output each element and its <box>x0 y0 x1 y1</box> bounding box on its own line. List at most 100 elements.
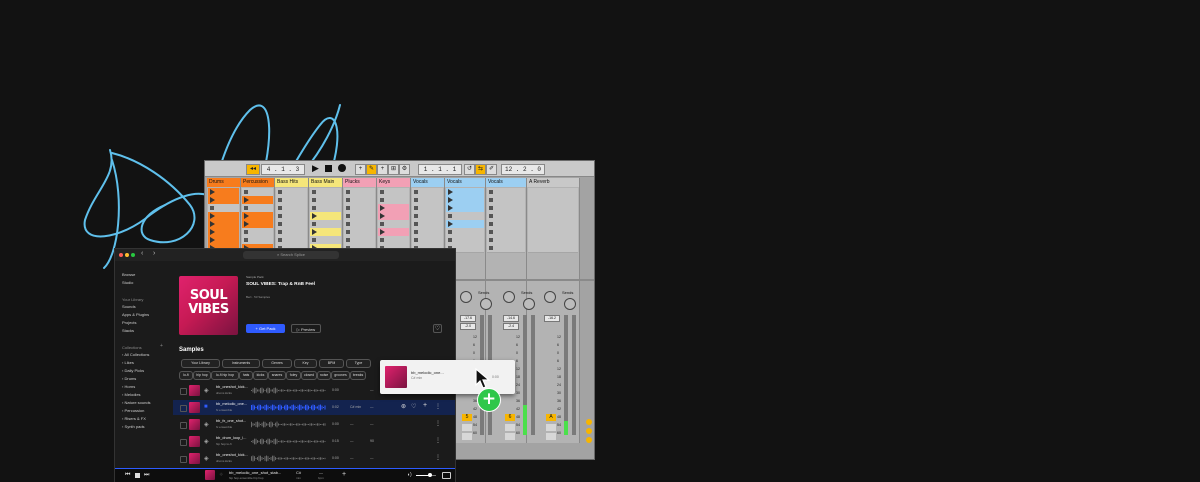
tag-chip[interactable]: hats <box>239 371 253 380</box>
master-button[interactable] <box>586 428 592 434</box>
sidebar-item-browse[interactable]: Browse <box>122 272 135 277</box>
tempo-display[interactable]: 4 . 1 . 3 <box>261 164 305 175</box>
clip-slot[interactable] <box>528 244 578 253</box>
pan-readout[interactable]: -2.4 <box>503 323 519 330</box>
previous-icon[interactable]: ⏮ <box>125 472 130 479</box>
settings-icon[interactable]: ⚙ <box>399 164 410 175</box>
sidebar-item-projects[interactable]: Projects <box>122 320 136 325</box>
track-header[interactable]: Vocals <box>411 178 444 187</box>
track-header[interactable]: Drums <box>207 178 240 187</box>
table-row[interactable]: ◈ bb_drum_loop_l... hip hop lo-fi 0:15 — 90 ⋮ <box>173 434 455 449</box>
row-checkbox[interactable] <box>180 456 187 463</box>
solo-button[interactable] <box>505 424 515 431</box>
waveform[interactable] <box>251 455 327 462</box>
filter-dropdown[interactable]: Type <box>346 359 371 368</box>
forward-icon[interactable]: › <box>153 250 155 257</box>
sidebar-item-collection[interactable]: ▪ Drums <box>122 376 136 381</box>
track-header[interactable]: Keys <box>377 178 410 187</box>
play-icon[interactable]: ■ <box>204 404 208 410</box>
track-header[interactable]: Bass Hits <box>275 178 308 187</box>
sidebar-item-collection[interactable]: ▪ Likes <box>122 360 134 365</box>
sidebar-item-collection[interactable]: ▪ Melodies <box>122 392 141 397</box>
track-header[interactable]: Plucks <box>343 178 376 187</box>
sidebar-item-collection[interactable]: ▪ Synth pads <box>122 424 145 429</box>
drag-icon[interactable]: ◈ <box>204 455 209 462</box>
sample-name[interactable]: bb_oneshot_kick... <box>216 453 248 457</box>
search-input[interactable]: ⌕ Search Splice <box>243 251 339 259</box>
tag-chip[interactable]: kicks <box>253 371 268 380</box>
track-activator[interactable]: A <box>546 414 556 421</box>
tag-chip[interactable]: lo-fi <box>179 371 193 380</box>
close-icon[interactable] <box>119 253 123 257</box>
track-activator[interactable]: 5 <box>462 414 472 421</box>
sidebar-item-collection[interactable]: ▪ Horns <box>122 384 135 389</box>
sample-name[interactable]: bb_fx_one_shot... <box>216 419 246 423</box>
volume-slider[interactable] <box>416 473 436 477</box>
add-icon[interactable]: + <box>355 164 366 175</box>
more-options-icon[interactable]: ⋮ <box>435 437 441 444</box>
sidebar-item-collection[interactable]: ▪ Risers & FX <box>122 416 146 421</box>
table-row[interactable]: ◈ bb_oneshot_kick... drums kicks 0:00 — — ⋮ <box>173 451 455 466</box>
send-knob[interactable] <box>480 298 492 310</box>
filter-dropdown[interactable]: Your Library <box>181 359 220 368</box>
volume-readout[interactable]: -14.6 <box>503 315 519 322</box>
filter-dropdown[interactable]: Genres <box>262 359 292 368</box>
arm-button[interactable] <box>462 433 472 440</box>
volume-thumb[interactable] <box>428 473 432 477</box>
tag-chip[interactable]: foley <box>286 371 301 380</box>
loop-icon[interactable] <box>442 472 451 479</box>
row-checkbox[interactable] <box>180 388 187 395</box>
grid-icon[interactable]: ⊞ <box>388 164 399 175</box>
sidebar-item-collection[interactable]: ▪ Percussion <box>122 408 144 413</box>
add-icon[interactable]: + <box>342 471 346 478</box>
track-header[interactable]: Vocals <box>445 178 485 187</box>
sidebar-item-collection[interactable]: ▪ Nature sounds <box>122 400 151 405</box>
sidebar-item-collection[interactable]: ▪ All Collections <box>122 352 149 357</box>
more-options-icon[interactable]: ⋮ <box>435 403 441 410</box>
solo-button[interactable] <box>546 424 556 431</box>
filter-dropdown[interactable]: Key <box>294 359 317 368</box>
filter-dropdown[interactable]: Instruments <box>222 359 260 368</box>
waveform[interactable] <box>251 421 327 428</box>
row-checkbox[interactable] <box>180 405 187 412</box>
tag-chip[interactable]: grooves <box>331 371 350 380</box>
sidebar-item-sounds[interactable]: Sounds <box>122 304 136 309</box>
tag-chip[interactable]: noise <box>317 371 331 380</box>
send-knob[interactable] <box>460 291 472 303</box>
arm-button[interactable] <box>505 433 515 440</box>
volume-readout[interactable]: -16.2 <box>544 315 560 322</box>
track-header[interactable]: Vocals <box>486 178 526 187</box>
track-activator[interactable]: 6 <box>505 414 515 421</box>
preview-button[interactable]: ▷ Preview <box>291 324 321 333</box>
drag-icon[interactable]: ◈ <box>204 438 209 445</box>
maximize-icon[interactable] <box>131 253 135 257</box>
stop-icon[interactable] <box>135 473 140 478</box>
similar-icon[interactable]: ⊛ <box>401 403 406 410</box>
table-row[interactable]: ◈ bb_fx_one_shot... fx ensemble 0:00 — — ⋮ <box>173 417 455 432</box>
plus-icon[interactable]: + <box>377 164 388 175</box>
waveform[interactable] <box>251 438 327 445</box>
master-button[interactable] <box>586 437 592 443</box>
get-pack-button[interactable]: + Get Pack <box>246 324 285 333</box>
play-icon[interactable]: ▶ <box>312 164 319 173</box>
add-icon[interactable]: + <box>423 402 427 409</box>
tag-chip[interactable]: breaks <box>350 371 366 380</box>
send-knob[interactable] <box>503 291 515 303</box>
metronome-button[interactable]: ◂◂ <box>246 164 260 175</box>
filter-dropdown[interactable]: BPM <box>319 359 344 368</box>
heart-icon[interactable]: ♡ <box>411 403 416 410</box>
track-header[interactable]: Percussion <box>241 178 274 187</box>
tag-chip[interactable]: lo-fi hip hop <box>211 371 239 380</box>
track-header[interactable]: Bass Main <box>309 178 342 187</box>
tag-chip[interactable]: closed <box>301 371 317 380</box>
loop-icon[interactable]: ⇆ <box>475 164 486 175</box>
sample-name[interactable]: bb_oneshot_kick... <box>216 385 248 389</box>
tag-chip[interactable]: hip hop <box>193 371 211 380</box>
more-options-icon[interactable]: ⋮ <box>435 420 441 427</box>
tag-chip[interactable]: snares <box>268 371 286 380</box>
sidebar-item-apps-plugins[interactable]: Apps & Plugins <box>122 312 149 317</box>
master-button[interactable] <box>586 419 592 425</box>
solo-button[interactable] <box>462 424 472 431</box>
back-icon[interactable]: ‹ <box>141 250 143 257</box>
row-checkbox[interactable] <box>180 439 187 446</box>
